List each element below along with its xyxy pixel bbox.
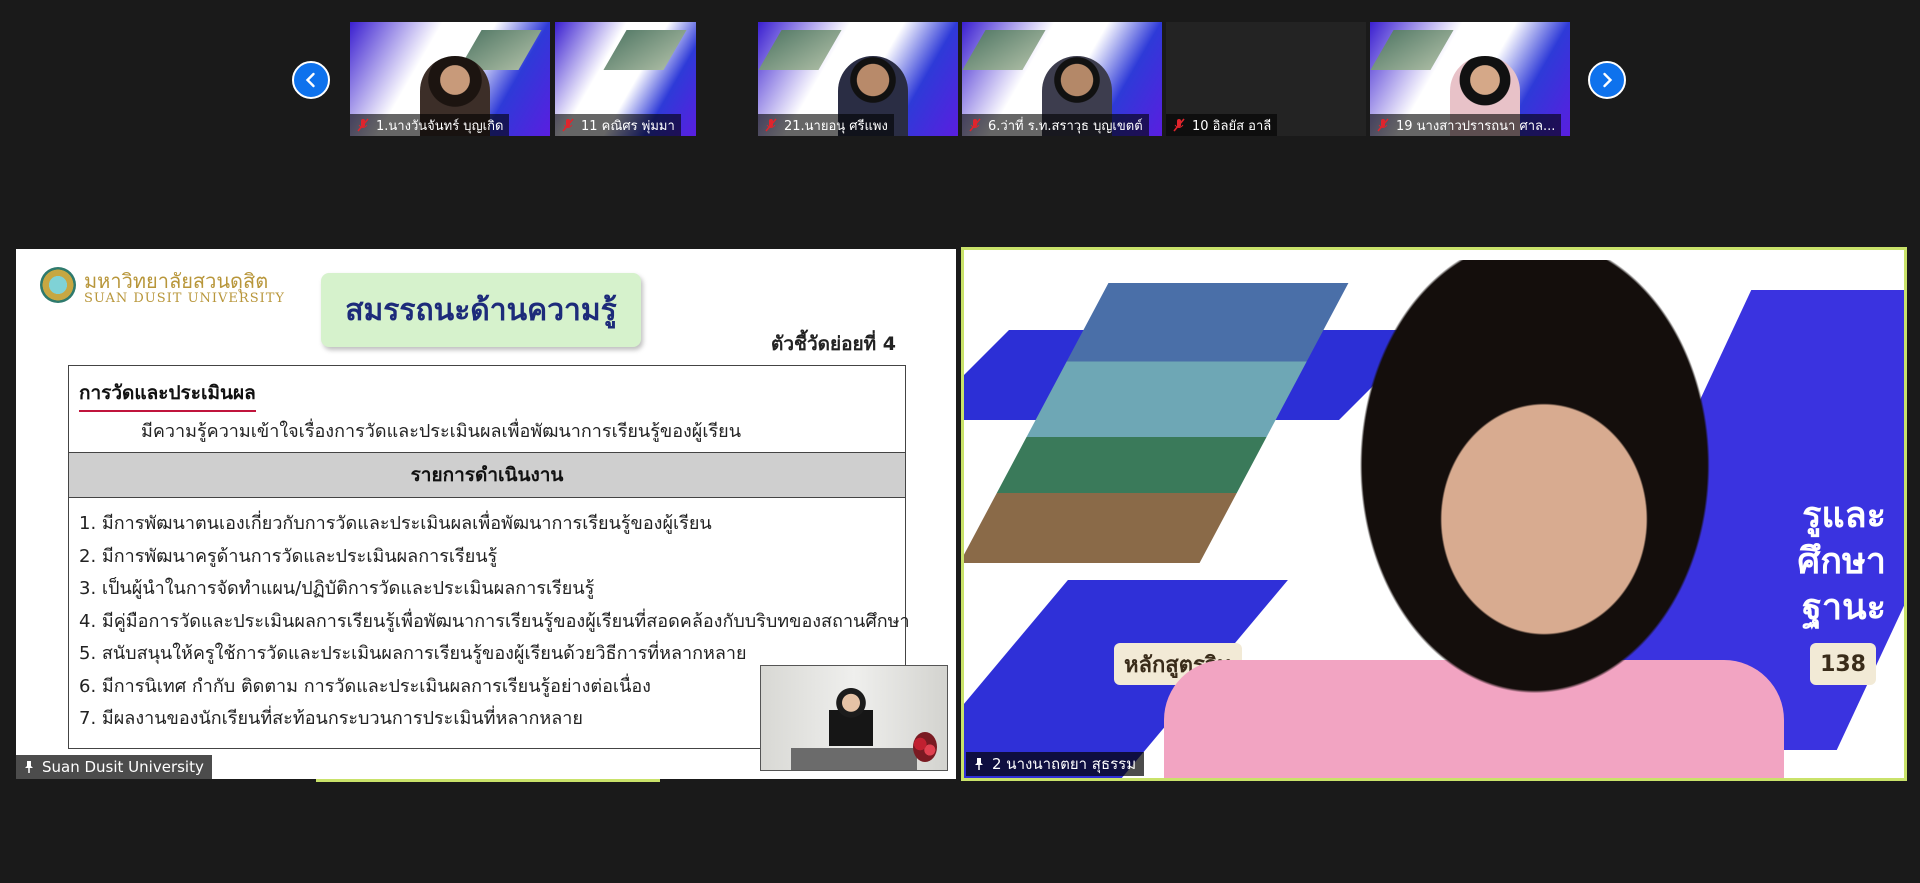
sub-indicator-label: ตัวชี้วัดย่อยที่ 4 bbox=[771, 333, 896, 355]
background-banner-number: 138 bbox=[1810, 643, 1876, 685]
participant-tile[interactable]: 6.ว่าที่ ร.ท.สราวุธ บุญเขตต์ bbox=[962, 22, 1162, 136]
microphone-muted-icon bbox=[969, 118, 981, 132]
pin-icon bbox=[975, 758, 983, 770]
slide-title-box: สมรรถนะด้านความรู้ bbox=[321, 273, 641, 347]
slide-description: มีความรู้ความเข้าใจเรื่องการวัดและประเมิ… bbox=[141, 421, 742, 442]
participant-name: 11 คณิศร พุ่มมา bbox=[581, 118, 675, 134]
participant-name: 19 นางสาวปรารถนา ศาล... bbox=[1396, 118, 1556, 134]
active-speaker-indicator bbox=[316, 779, 660, 782]
participant-name-tag: Suan Dusit University bbox=[16, 755, 212, 779]
speaker-video bbox=[1314, 260, 1774, 778]
list-item: 1. มีการพัฒนาตนเองเกี่ยวกับการวัดและประเ… bbox=[79, 513, 712, 534]
participant-tile[interactable]: 1.นางวันจันทร์ บุญเกิด bbox=[350, 22, 550, 136]
microphone-muted-icon bbox=[765, 118, 777, 132]
participant-tile[interactable]: 10 อิลยัส อาลี bbox=[1166, 22, 1366, 136]
participant-name-tag: 11 คณิศร พุ่มมา bbox=[555, 114, 681, 136]
participant-name-tag: 1.นางวันจันทร์ บุญเกิด bbox=[350, 114, 510, 136]
microphone-muted-icon bbox=[562, 118, 574, 132]
participant-name-tag: 2 นางนาถตยา สุธรรม bbox=[966, 752, 1145, 776]
list-item: 3. เป็นผู้นำในการจัดทำแผน/ปฏิบัติการวัดแ… bbox=[79, 578, 595, 599]
participant-name-tag: 6.ว่าที่ ร.ท.สราวุธ บุญเขตต์ bbox=[962, 114, 1149, 136]
university-logo-icon bbox=[40, 267, 76, 303]
chevron-left-icon bbox=[305, 72, 315, 88]
active-speaker-tile[interactable]: หลักสูตรวิท 138 รูและ ศึกษา ฐานะ 2 นางนา… bbox=[961, 247, 1907, 781]
background-side-text: รูและ bbox=[1802, 495, 1886, 536]
microphone-muted-icon bbox=[1173, 118, 1185, 132]
participant-name: 1.นางวันจันทร์ บุญเกิด bbox=[376, 118, 504, 134]
previous-page-button[interactable] bbox=[292, 61, 330, 99]
slide-title: สมรรถนะด้านความรู้ bbox=[345, 292, 617, 328]
participant-name: 10 อิลยัส อาลี bbox=[1192, 118, 1272, 134]
participant-name: 6.ว่าที่ ร.ท.สราวุธ บุญเขตต์ bbox=[988, 118, 1143, 134]
university-name-english: SUAN DUSIT UNIVERSITY bbox=[84, 291, 286, 306]
next-page-button[interactable] bbox=[1588, 61, 1626, 99]
table-header: รายการดำเนินงาน bbox=[69, 452, 905, 498]
pin-icon bbox=[25, 761, 33, 773]
participant-name-tag: 10 อิลยัส อาลี bbox=[1166, 114, 1278, 136]
microphone-muted-icon bbox=[357, 118, 369, 132]
list-item: 4. มีคู่มือการวัดและประเมินผลการเรียนรู้… bbox=[79, 610, 910, 632]
participant-name: Suan Dusit University bbox=[42, 758, 204, 776]
background-side-text: ฐานะ bbox=[1801, 587, 1886, 628]
participant-tile[interactable]: 21.นายอนุ ศรีแพง bbox=[758, 22, 958, 136]
background-side-text: ศึกษา bbox=[1797, 541, 1886, 582]
microphone-muted-icon bbox=[1377, 118, 1389, 132]
participant-name-tag: 21.นายอนุ ศรีแพง bbox=[758, 114, 894, 136]
shared-screen-tile[interactable]: มหาวิทยาลัยสวนดุสิต SUAN DUSIT UNIVERSIT… bbox=[16, 249, 956, 779]
participant-tile[interactable]: 19 นางสาวปรารถนา ศาล... bbox=[1370, 22, 1570, 136]
participant-name: 21.นายอนุ ศรีแพง bbox=[784, 118, 888, 134]
participant-tile[interactable]: 11 คณิศร พุ่มมา bbox=[555, 22, 696, 136]
slide-heading: การวัดและประเมินผล bbox=[79, 378, 256, 412]
list-item: 2. มีการพัฒนาครูด้านการวัดและประเมินผลกา… bbox=[79, 545, 498, 567]
chevron-right-icon bbox=[1603, 72, 1613, 88]
participant-name-tag: 19 นางสาวปรารถนา ศาล... bbox=[1370, 114, 1562, 136]
participant-name: 2 นางนาถตยา สุธรรม bbox=[992, 755, 1137, 773]
presenter-video-overlay[interactable] bbox=[760, 665, 948, 771]
